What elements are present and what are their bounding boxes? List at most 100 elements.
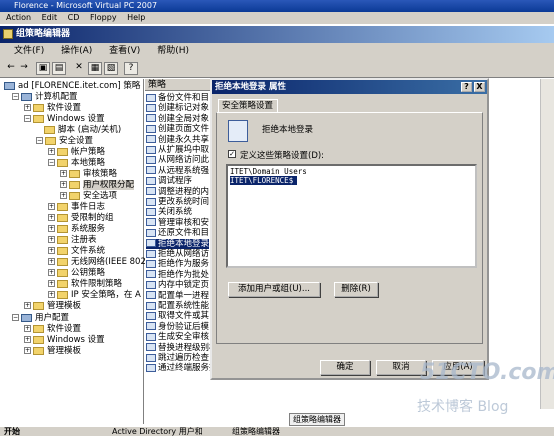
vpc-menu-help[interactable]: Help — [127, 13, 145, 22]
policy-row-label: 调试程序 — [158, 176, 193, 187]
vpc-menu-floppy[interactable]: Floppy — [90, 13, 117, 22]
tree-event-log[interactable]: + 事件日志 — [48, 202, 105, 213]
tree-user-windows-settings[interactable]: + Windows 设置 — [24, 335, 105, 346]
policy-row[interactable]: 从远程系统强 — [146, 166, 209, 176]
tree-audit-policy[interactable]: + 审核策略 — [60, 169, 117, 180]
user-list-item-selected[interactable]: ITET\FLORENCE$ — [230, 176, 298, 185]
policy-row-label: 从远程系统强 — [158, 165, 210, 176]
help-icon[interactable]: ? — [124, 62, 138, 75]
computer-icon — [21, 92, 32, 101]
tree-security-settings[interactable]: − 安全设置 — [36, 136, 93, 147]
policy-item-icon — [146, 332, 156, 341]
policy-row[interactable]: 创建永久共享 — [146, 135, 209, 145]
dialog-help-button[interactable]: ? — [461, 82, 472, 92]
policy-row[interactable]: 身份验证后模 — [146, 322, 209, 332]
menu-action[interactable]: 操作(A) — [61, 46, 92, 56]
back-arrow-icon[interactable]: ← — [4, 62, 18, 75]
window-tab[interactable]: 组策略编辑器 — [289, 413, 345, 426]
folder-icon — [33, 335, 44, 344]
folder-icon — [57, 202, 68, 211]
ok-button[interactable]: 确定 — [320, 360, 370, 375]
policy-row[interactable]: 创建标记对象 — [146, 103, 209, 113]
tree-local-policies[interactable]: − 本地策略 — [48, 158, 105, 169]
tree-software-restriction[interactable]: + 软件限制策略 — [48, 279, 122, 290]
tree-admin-templates[interactable]: + 管理模板 — [24, 301, 81, 312]
policy-row[interactable]: 备份文件和目 — [146, 93, 209, 103]
export-list-icon[interactable]: ▧ — [104, 62, 118, 75]
tree-scripts[interactable]: 脚本 (启动/关机) — [44, 125, 121, 136]
policy-row[interactable]: 管理审核和安 — [146, 218, 209, 228]
tree-public-key[interactable]: + 公钥策略 — [48, 268, 105, 279]
vpc-menu-edit[interactable]: Edit — [42, 13, 58, 22]
tree-user-config[interactable]: − 用户配置 — [12, 313, 69, 324]
policy-row[interactable]: 内存中锁定页 — [146, 280, 209, 290]
policy-row[interactable]: 调试程序 — [146, 176, 192, 186]
policy-row[interactable]: 调整进程的内 — [146, 187, 209, 197]
tree-computer-config[interactable]: − 计算机配置 — [12, 92, 78, 103]
tree-security-options[interactable]: + 安全选项 — [60, 191, 117, 202]
tree-user-admin-templates[interactable]: + 管理模板 — [24, 346, 81, 357]
policy-row[interactable]: 拒绝从网络访 — [146, 249, 209, 259]
tree-windows-settings[interactable]: − Windows 设置 — [24, 114, 105, 125]
policy-item-icon — [146, 103, 156, 112]
policy-item-icon — [146, 249, 156, 258]
tree-system-services[interactable]: + 系统服务 — [48, 224, 105, 235]
cancel-button[interactable]: 取消 — [376, 360, 426, 375]
policy-item-icon — [146, 239, 156, 248]
menu-help[interactable]: 帮助(H) — [157, 46, 189, 56]
policy-item-icon — [146, 259, 156, 268]
tree-user-rights[interactable]: + 用户权限分配 — [60, 180, 135, 191]
policy-item-icon — [146, 363, 156, 372]
tree-file-system[interactable]: + 文件系统 — [48, 246, 105, 257]
user-list-box[interactable]: ITET\Domain Users ITET\FLORENCE$ — [226, 164, 477, 268]
tree-registry[interactable]: + 注册表 — [48, 235, 97, 246]
add-user-or-group-button[interactable]: 添加用户或组(U)... — [228, 282, 320, 297]
dialog-close-button[interactable]: X — [474, 82, 485, 92]
policy-item-icon — [146, 155, 156, 164]
tree-wireless[interactable]: + 无线网络(IEEE 802 — [48, 257, 146, 268]
delete-icon[interactable]: ✕ — [72, 62, 86, 75]
tree-ip-security[interactable]: + IP 安全策略，在 A — [48, 290, 141, 301]
policy-item-icon — [146, 322, 156, 331]
policy-row[interactable]: 生成安全审核 — [146, 332, 209, 342]
policy-item-icon — [146, 311, 156, 320]
policy-row-label: 关闭系统 — [158, 207, 193, 218]
remove-button[interactable]: 删除(R) — [334, 282, 378, 297]
policy-row[interactable]: 取得文件或其 — [146, 311, 209, 321]
policy-row[interactable]: 拒绝作为批处 — [146, 270, 209, 280]
user-list-item[interactable]: ITET\Domain Users — [230, 167, 311, 176]
define-policy-checkbox[interactable]: ✓ — [228, 150, 236, 158]
menu-view[interactable]: 查看(V) — [109, 46, 140, 56]
policy-row[interactable]: 从网络访问此 — [146, 155, 209, 165]
policy-row[interactable]: 配置单一进程 — [146, 291, 209, 301]
policy-row[interactable]: 更改系统时间 — [146, 197, 209, 207]
policy-row-label: 还原文件和目 — [158, 228, 210, 239]
policy-row[interactable]: 创建全局对象 — [146, 114, 209, 124]
vpc-menu-bar: Action Edit CD Floppy Help — [0, 12, 554, 24]
menu-file[interactable]: 文件(F) — [14, 46, 44, 56]
up-folder-icon[interactable]: ▣ — [36, 62, 50, 75]
folder-icon — [69, 180, 80, 189]
policy-row[interactable]: 拒绝本地登录 — [146, 238, 210, 249]
forward-arrow-icon[interactable]: → — [17, 62, 31, 75]
tree-root[interactable]: ad [FLORENCE.itet.com] 策略 — [4, 81, 140, 92]
window-title-bar: 组策略编辑器 — [0, 26, 554, 43]
policy-row[interactable]: 跳过遍历检查 — [146, 353, 209, 363]
policy-row[interactable]: 配置系统性能 — [146, 301, 209, 311]
policy-row[interactable]: 拒绝作为服务 — [146, 259, 209, 269]
tree-software-settings[interactable]: + 软件设置 — [24, 103, 81, 114]
policy-row-label: 从网络访问此 — [158, 155, 210, 166]
folder-icon — [33, 103, 44, 112]
tree-account-policies[interactable]: + 帐户策略 — [48, 147, 105, 158]
vpc-menu-cd[interactable]: CD — [68, 13, 80, 22]
vpc-menu-action[interactable]: Action — [6, 13, 31, 22]
policy-row[interactable]: 创建页面文件 — [146, 124, 209, 134]
show-tree-icon[interactable]: ▤ — [52, 62, 66, 75]
policy-row[interactable]: 关闭系统 — [146, 207, 192, 217]
policy-row[interactable]: 还原文件和目 — [146, 228, 209, 238]
properties-icon[interactable]: ▦ — [88, 62, 102, 75]
tab-security-policy-setting[interactable]: 安全策略设置 — [218, 99, 278, 113]
tree-restricted-groups[interactable]: + 受限制的组 — [48, 213, 114, 224]
tree-user-software-settings[interactable]: + 软件设置 — [24, 324, 81, 335]
policy-row[interactable]: 从扩展坞中取 — [146, 145, 209, 155]
